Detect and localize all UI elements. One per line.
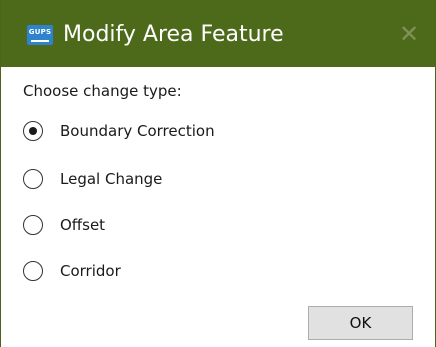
radio-boundary-correction[interactable]: [23, 121, 43, 141]
dialog-window: GUPS Modify Area Feature ✕ Choose change…: [0, 0, 436, 347]
window-title: Modify Area Feature: [63, 22, 284, 47]
radio-offset[interactable]: [23, 215, 43, 235]
app-icon-label: GUPS: [28, 28, 52, 36]
option-label: Corridor: [60, 262, 121, 280]
option-corridor[interactable]: Corridor: [23, 258, 121, 284]
title-bar[interactable]: GUPS Modify Area Feature ✕: [1, 0, 435, 67]
option-label: Boundary Correction: [60, 122, 215, 140]
ok-button[interactable]: OK: [308, 306, 413, 340]
gups-app-icon: GUPS: [27, 25, 53, 45]
option-boundary-correction[interactable]: Boundary Correction: [23, 118, 215, 144]
option-label: Legal Change: [60, 170, 163, 188]
radio-legal-change[interactable]: [23, 169, 43, 189]
app-icon-bar: [31, 40, 49, 42]
option-label: Offset: [60, 216, 106, 234]
option-legal-change[interactable]: Legal Change: [23, 166, 162, 192]
option-offset[interactable]: Offset: [23, 212, 105, 238]
change-type-prompt: Choose change type:: [23, 82, 182, 100]
close-icon[interactable]: ✕: [393, 18, 425, 50]
radio-corridor[interactable]: [23, 261, 43, 281]
